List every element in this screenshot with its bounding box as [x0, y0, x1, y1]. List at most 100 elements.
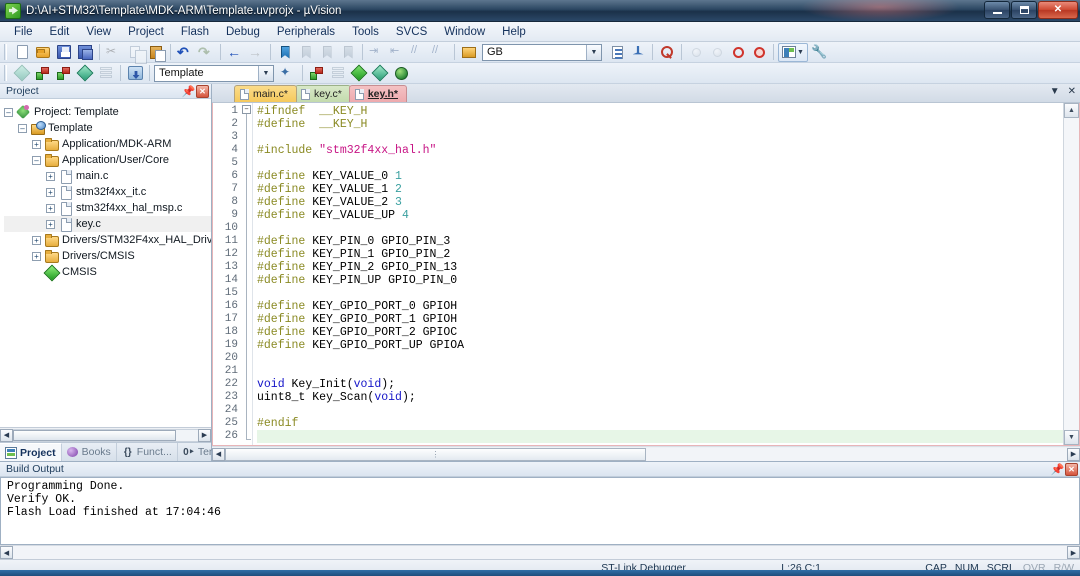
maximize-button[interactable] [1011, 1, 1037, 19]
menu-file[interactable]: File [6, 24, 41, 40]
cut-button[interactable]: ✂ [104, 43, 124, 62]
menu-svcs[interactable]: SVCS [388, 24, 435, 40]
expand-icon[interactable]: + [32, 139, 41, 149]
scroll-down-arrow[interactable]: ▼ [1064, 430, 1079, 445]
code-folding-column[interactable]: – [241, 103, 253, 445]
scroll-right-arrow[interactable]: ▶ [1067, 546, 1080, 559]
scroll-right-arrow[interactable]: ▶ [198, 428, 211, 442]
prev-bookmark-button[interactable] [296, 43, 316, 62]
tab-close-icon[interactable]: ✕ [1068, 86, 1076, 97]
collapse-icon[interactable]: – [18, 123, 27, 133]
tab-list-dropdown-icon[interactable]: ▼ [1050, 86, 1060, 97]
incremental-find-button[interactable] [628, 43, 648, 62]
configuration-wizard-button[interactable]: 🔧 [809, 43, 829, 62]
paste-button[interactable] [146, 43, 166, 62]
download-button[interactable] [125, 64, 145, 83]
scroll-up-arrow[interactable]: ▲ [1064, 103, 1079, 118]
project-tree-hscrollbar[interactable]: ◀ ▶ [0, 427, 211, 442]
tree-item-drivers-stm32f4xx-hal-driver[interactable]: + Drivers/STM32F4xx_HAL_Driver [4, 232, 211, 248]
scroll-left-arrow[interactable]: ◀ [0, 546, 13, 559]
find-in-files-button[interactable] [607, 43, 627, 62]
disable-all-breakpoints-button[interactable] [749, 43, 769, 62]
rebuild-button[interactable] [54, 64, 74, 83]
hscroll-thumb[interactable] [13, 429, 176, 441]
navigate-back-button[interactable]: ← [225, 43, 245, 62]
expand-icon[interactable]: + [46, 203, 55, 213]
start-debug-button[interactable] [349, 64, 369, 83]
menu-view[interactable]: View [78, 24, 119, 40]
save-button[interactable] [54, 43, 74, 62]
insert-breakpoint-button[interactable] [686, 43, 706, 62]
undo-button[interactable]: ↶ [175, 43, 195, 62]
menu-debug[interactable]: Debug [218, 24, 268, 40]
editor-tab-main-c[interactable]: main.c* [234, 85, 298, 102]
save-all-button[interactable] [75, 43, 95, 62]
target-options-button[interactable]: ✦ [278, 64, 298, 83]
tree-item-template[interactable]: – Template [4, 120, 211, 136]
expand-icon[interactable]: + [46, 219, 55, 229]
tree-item-stm32f4xx-hal-msp-c[interactable]: + stm32f4xx_hal_msp.c [4, 200, 211, 216]
menu-edit[interactable]: Edit [42, 24, 78, 40]
kill-all-breakpoints-button[interactable] [728, 43, 748, 62]
tree-item-key-c[interactable]: + key.c [4, 216, 211, 232]
hscroll-track[interactable]: ⋮ [225, 447, 1067, 461]
chevron-down-icon[interactable]: ▼ [258, 65, 273, 81]
tree-item-stm32f4xx-it-c[interactable]: + stm32f4xx_it.c [4, 184, 211, 200]
target-combo[interactable]: Template ▼ [154, 64, 274, 82]
menu-project[interactable]: Project [120, 24, 172, 40]
navigate-forward-button[interactable]: → [246, 43, 266, 62]
manage-runtime-button[interactable] [307, 64, 327, 83]
disable-breakpoint-button[interactable] [707, 43, 727, 62]
find-input-value[interactable]: GB [487, 46, 503, 58]
scroll-left-arrow[interactable]: ◀ [0, 428, 13, 442]
find-combo[interactable]: GB ▼ [482, 43, 602, 61]
open-in-editor-button[interactable] [459, 43, 479, 62]
chevron-down-icon[interactable]: ▼ [586, 44, 601, 60]
menu-peripherals[interactable]: Peripherals [269, 24, 343, 40]
tree-item-cmsis[interactable]: CMSIS [4, 264, 211, 280]
batch-build-button[interactable] [75, 64, 95, 83]
expand-icon[interactable]: + [32, 251, 41, 261]
multi-project-button[interactable] [328, 64, 348, 83]
scroll-right-arrow[interactable]: ▶ [1067, 447, 1080, 461]
code-editor[interactable]: 1 2 3 4 5 6 7 8 9 10 11 12 13 14 15 16 17 18 19 20 21 22 23 24 2… [213, 103, 1063, 445]
translate-button[interactable] [12, 64, 32, 83]
editor-tab-key-c[interactable]: key.c* [295, 85, 351, 102]
uncomment-button[interactable]: // [430, 43, 450, 62]
build-output-hscrollbar[interactable]: ◀ ▶ [0, 545, 1080, 559]
insert-bookmark-button[interactable] [275, 43, 295, 62]
tab-project[interactable]: Project [0, 443, 62, 461]
code-text[interactable]: #ifndef __KEY_H #define __KEY_H #include … [253, 103, 1063, 445]
package-installer-button[interactable] [370, 64, 390, 83]
expand-icon[interactable]: + [46, 187, 55, 197]
tab-books[interactable]: Books [62, 443, 117, 461]
menu-help[interactable]: Help [494, 24, 534, 40]
stop-build-button[interactable] [96, 64, 116, 83]
build-toolbar-grip[interactable] [4, 65, 8, 81]
build-button[interactable] [33, 64, 53, 83]
editor-vscrollbar[interactable]: ▲ ▼ [1063, 103, 1079, 445]
clear-bookmarks-button[interactable] [338, 43, 358, 62]
find-button[interactable] [657, 43, 677, 62]
close-icon[interactable]: ✕ [196, 84, 209, 98]
menu-window[interactable]: Window [436, 24, 493, 40]
redo-button[interactable]: ↷ [196, 43, 216, 62]
project-tree[interactable]: – Project: Template – Template + Application/… [0, 99, 211, 427]
tree-item-application-user-core[interactable]: – Application/User/Core [4, 152, 211, 168]
fold-toggle-icon[interactable]: – [242, 105, 251, 114]
pack-installer-button[interactable] [391, 64, 411, 83]
vscroll-track[interactable] [1064, 118, 1079, 430]
tree-item-drivers-cmsis[interactable]: + Drivers/CMSIS [4, 248, 211, 264]
menu-flash[interactable]: Flash [173, 24, 217, 40]
pin-icon[interactable]: 📌 [1051, 463, 1065, 476]
expand-icon[interactable]: + [32, 235, 41, 245]
menu-tools[interactable]: Tools [344, 24, 387, 40]
new-file-button[interactable] [12, 43, 32, 62]
build-output-body[interactable]: Programming Done. Verify OK. Flash Load … [0, 477, 1080, 545]
tree-item-main-c[interactable]: + main.c [4, 168, 211, 184]
expand-icon[interactable]: + [46, 171, 55, 181]
editor-tab-key-h[interactable]: key.h* [348, 85, 408, 102]
scroll-left-arrow[interactable]: ◀ [212, 447, 225, 461]
close-icon[interactable]: ✕ [1065, 462, 1078, 476]
comment-button[interactable]: // [409, 43, 429, 62]
